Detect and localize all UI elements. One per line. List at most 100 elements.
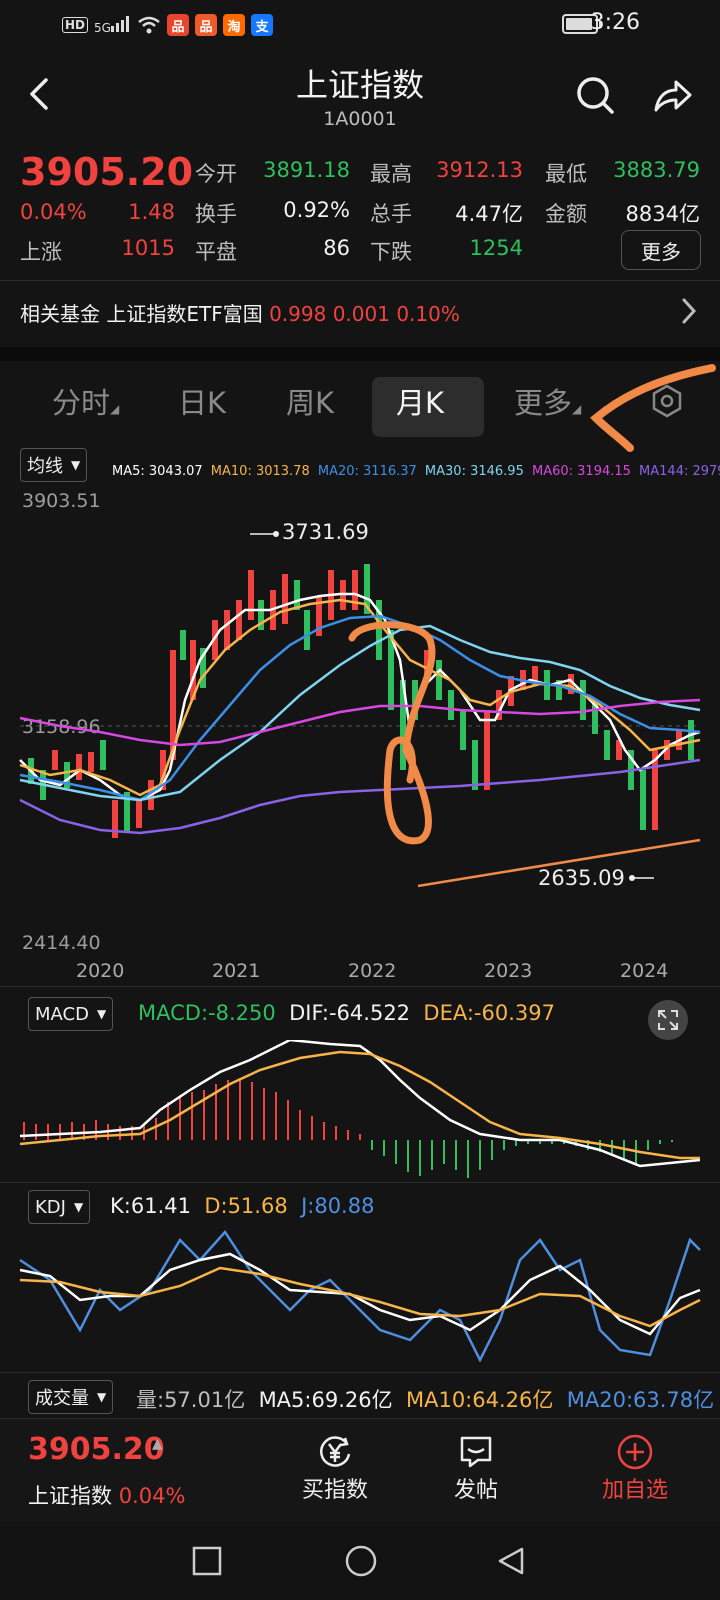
taobao-icon: 淘 <box>222 14 245 36</box>
open-value: 3891.18 <box>263 158 350 182</box>
plus-circle-icon <box>617 1434 653 1470</box>
low-value: 3883.79 <box>613 158 700 182</box>
tab-timeshare[interactable]: 分时◢ <box>52 380 119 422</box>
clock: 3:26 <box>590 10 640 35</box>
network-type: HD <box>62 17 89 33</box>
vol-ma10-value: MA10:64.26亿 <box>405 1388 554 1412</box>
square-icon <box>192 1546 222 1576</box>
app-notification-icon: 品 <box>194 14 217 36</box>
fund-label: 相关基金 <box>20 302 100 326</box>
related-fund-row[interactable]: 相关基金 上证指数ETF富国 0.998 0.001 0.10% <box>20 298 460 327</box>
yen-cycle-icon <box>320 1436 351 1467</box>
fund-name: 上证指数ETF富国 <box>106 302 263 326</box>
back-nav-button[interactable] <box>496 1546 526 1580</box>
year-label: 2021 <box>212 960 261 982</box>
year-label: 2022 <box>348 960 397 982</box>
ma144-value: MA144: 2979.7 <box>639 464 720 479</box>
circle-icon <box>345 1545 377 1577</box>
share-button[interactable] <box>650 74 694 118</box>
divider <box>0 1372 720 1373</box>
macd-selector[interactable]: MACD ▼ <box>28 997 114 1031</box>
turnover-value: 0.92% <box>283 198 350 222</box>
signal-icon: 5G <box>94 15 131 35</box>
recents-button[interactable] <box>192 1546 222 1580</box>
tab-weekly-k[interactable]: 周K <box>286 380 334 422</box>
year-label: 2023 <box>484 960 533 982</box>
buy-index-label: 买指数 <box>301 1478 368 1503</box>
chevron-right-icon[interactable] <box>680 296 698 333</box>
add-watchlist-label: 加自选 <box>601 1478 668 1503</box>
tab-monthly-k[interactable]: 月K <box>396 380 444 422</box>
share-icon <box>654 80 692 112</box>
search-icon <box>577 77 614 114</box>
ma-selector[interactable]: 均线 ▼ <box>20 448 88 482</box>
turnover-label: 换手 <box>195 202 237 226</box>
wifi-icon <box>138 16 160 34</box>
annotation-stroke <box>590 364 716 452</box>
app-notification-icon: 品 <box>166 14 189 36</box>
bottom-price: 3905.20 <box>28 1432 165 1467</box>
kdj-selector[interactable]: KDJ ▼ <box>28 1190 91 1224</box>
current-price: 3905.20 <box>20 150 194 194</box>
fund-price: 0.998 <box>269 302 327 326</box>
volume-value: 4.47亿 <box>455 202 523 226</box>
up-label: 上涨 <box>20 240 62 264</box>
amount-value: 8834亿 <box>625 202 700 226</box>
tab-more[interactable]: 更多◢ <box>514 380 581 422</box>
ma30-value: MA30: 3146.95 <box>424 464 524 479</box>
fund-pct: 0.10% <box>396 302 460 326</box>
up-count: 1015 <box>121 236 175 260</box>
divider <box>0 1182 720 1183</box>
macd-values: MACD:-8.250 DIF:-64.522 DEA:-60.397 <box>138 1001 555 1025</box>
dea-value: DEA:-60.397 <box>423 1001 555 1025</box>
high-label: 最高 <box>370 162 412 186</box>
flat-label: 平盘 <box>195 240 237 264</box>
ma60-value: MA60: 3194.15 <box>531 464 631 479</box>
year-label: 2024 <box>620 960 669 982</box>
alipay-icon: 支 <box>250 14 273 36</box>
kdj-values: K:61.41 D:51.68 J:80.88 <box>110 1194 374 1218</box>
comment-icon <box>460 1436 492 1468</box>
kdj-chart <box>19 1230 701 1363</box>
change-percent: 0.04% <box>20 200 87 224</box>
divider <box>0 986 720 987</box>
macd-value: MACD:-8.250 <box>138 1001 276 1025</box>
d-value: D:51.68 <box>204 1194 288 1218</box>
fund-change: 0.001 <box>332 302 390 326</box>
amount-label: 金额 <box>545 202 587 226</box>
expand-button[interactable] <box>648 1000 688 1040</box>
ma10-value: MA10: 3013.78 <box>210 464 310 479</box>
macd-chart <box>19 1040 701 1178</box>
post-label: 发帖 <box>453 1478 498 1503</box>
bottom-index-pct: 0.04% <box>118 1484 186 1508</box>
flat-count: 86 <box>323 236 350 260</box>
bottom-index-name: 上证指数 <box>28 1484 112 1508</box>
change-value: 1.48 <box>128 200 175 224</box>
triangle-up-icon: ▲ <box>152 1436 163 1452</box>
volume-selector[interactable]: 成交量 ▼ <box>28 1380 114 1414</box>
low-label: 最低 <box>545 162 587 186</box>
home-button[interactable] <box>344 1544 378 1582</box>
search-button[interactable] <box>574 74 618 118</box>
divider <box>0 280 720 281</box>
ma-values: MA5: 3043.07 MA10: 3013.78 MA20: 3116.37… <box>112 464 720 479</box>
j-value: J:80.88 <box>301 1194 375 1218</box>
ma20-value: MA20: 3116.37 <box>317 464 417 479</box>
down-count: 1254 <box>469 236 523 260</box>
ma5-value: MA5: 3043.07 <box>112 464 203 479</box>
caret-down-icon: ▼ <box>97 1390 107 1404</box>
tab-daily-k[interactable]: 日K <box>178 380 226 422</box>
section-gap <box>0 347 720 361</box>
low-marker-label: 2635.09 <box>538 866 625 890</box>
ma5-line <box>19 592 701 802</box>
expand-icon <box>658 1010 678 1030</box>
bottom-index-info: 上证指数 0.04% <box>28 1480 185 1510</box>
more-quote-button[interactable]: 更多 <box>621 230 701 270</box>
status-bar-left: HD 5G 品 品 淘 支 <box>62 12 273 38</box>
add-watchlist-button[interactable]: 加自选 <box>590 1432 680 1504</box>
buy-index-button[interactable]: 买指数 <box>290 1432 380 1504</box>
high-value: 3912.13 <box>436 158 523 182</box>
post-button[interactable]: 发帖 <box>436 1432 516 1504</box>
volume-values: 量:57.01亿 MA5:69.26亿 MA10:64.26亿 MA20:63.… <box>136 1384 714 1414</box>
caret-down-icon: ▼ <box>71 458 81 472</box>
